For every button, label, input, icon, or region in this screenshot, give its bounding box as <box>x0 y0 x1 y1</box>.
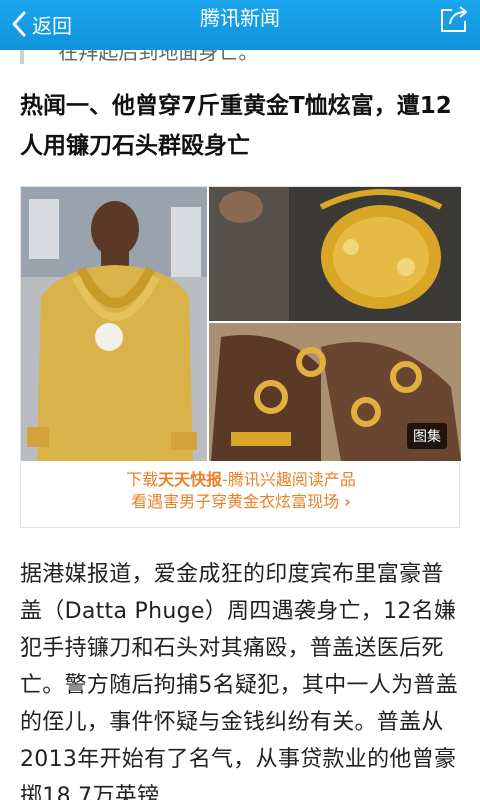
promo-line-2: 看遇害男子穿黄金衣炫富现场 › <box>131 492 351 511</box>
promo-line-1: 下载天天快报-腾讯兴趣阅读产品 <box>126 470 356 489</box>
article-content: “在拜起后到地面身亡。 热闻一、他曾穿7斤重黄金T恤炫富，遭12人用镰刀石头群殴… <box>0 50 480 800</box>
gold-shirt-man-photo <box>21 187 207 461</box>
share-icon[interactable] <box>438 4 470 34</box>
gallery-photos[interactable]: 图集 <box>21 187 461 461</box>
gold-ornament-photo <box>209 187 461 321</box>
page-title: 腾讯新闻 <box>200 6 280 30</box>
gallery-badge: 图集 <box>407 423 447 449</box>
article-body: 据港媒报道，爱金成狂的印度宾布里富豪普盖（Datta Phuge）周四遇袭身亡，… <box>20 562 458 800</box>
top-navigation-bar: 返回 腾讯新闻 <box>0 0 480 50</box>
previous-quote-text: “在拜起后到地面身亡。 <box>20 50 460 64</box>
article-headline: 热闻一、他曾穿7斤重黄金T恤炫富，遭12人用镰刀石头群殴身亡 <box>20 93 452 159</box>
photo-gallery-card[interactable]: 图集 下载天天快报-腾讯兴趣阅读产品 看遇害男子穿黄金衣炫富现场 › <box>20 186 461 528</box>
app-promo-link[interactable]: 下载天天快报-腾讯兴趣阅读产品 看遇害男子穿黄金衣炫富现场 › <box>21 469 461 513</box>
chevron-right-icon: › <box>344 492 351 511</box>
